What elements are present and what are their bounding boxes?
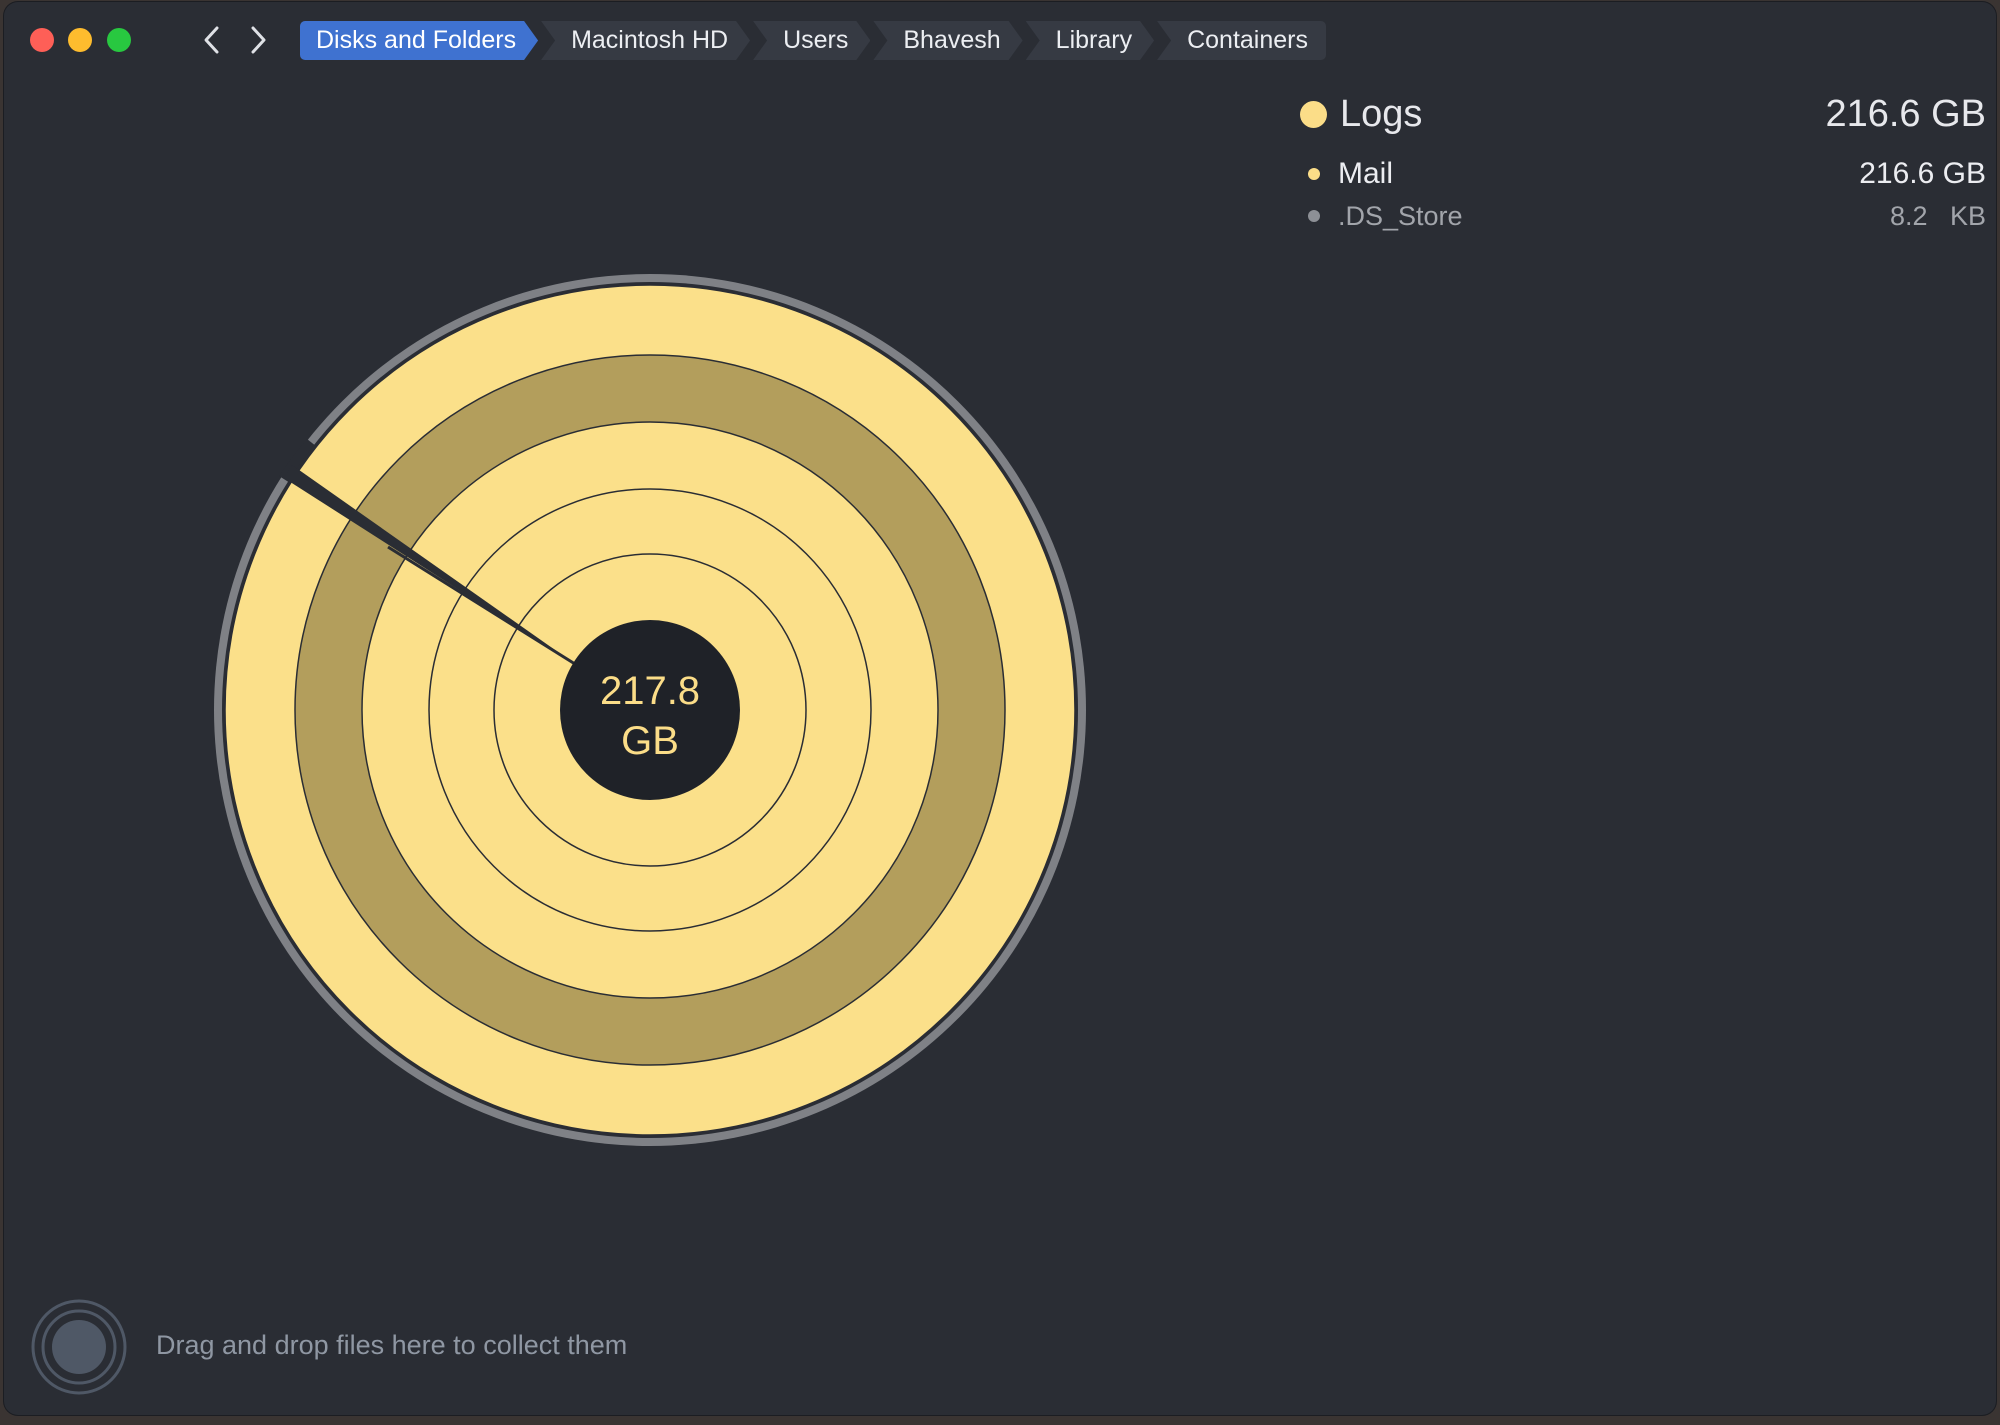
child-item-color-dot [1308, 168, 1320, 180]
breadcrumb-macintosh-hd[interactable]: Macintosh HD [541, 21, 750, 60]
selected-item-size: 216.6 GB [1825, 92, 1986, 135]
breadcrumb-containers[interactable]: Containers [1157, 21, 1326, 60]
collector-icon[interactable] [30, 1298, 128, 1396]
info-panel: Logs 216.6 GB Mail 216.6 GB .DS_Store 8.… [1300, 90, 1986, 236]
chevron-left-icon [204, 26, 219, 54]
selected-item-color-dot [1300, 100, 1327, 128]
app-window: Disks and Folders Macintosh HD Users Bha… [4, 2, 1996, 1415]
breadcrumb: Disks and Folders Macintosh HD Users Bha… [300, 21, 1329, 60]
close-window-button[interactable] [30, 28, 54, 52]
zoom-window-button[interactable] [107, 28, 131, 52]
breadcrumb-users[interactable]: Users [753, 21, 870, 60]
collector-hint-text: Drag and drop files here to collect them [156, 1330, 628, 1360]
child-item-color-dot [1308, 210, 1320, 222]
sunburst-chart[interactable]: 217.8 GB [204, 272, 1104, 1172]
selected-item-name: Logs [1340, 92, 1423, 135]
chevron-right-icon [251, 26, 266, 54]
breadcrumb-disks-and-folders[interactable]: Disks and Folders [300, 21, 538, 60]
back-button[interactable] [192, 20, 232, 60]
child-item-name: Mail [1338, 157, 1394, 190]
minimize-window-button[interactable] [68, 28, 92, 52]
forward-button[interactable] [238, 20, 278, 60]
child-item-size: 8.2 KB [1889, 200, 1986, 231]
selected-item-row[interactable]: Logs 216.6 GB [1300, 90, 1986, 138]
child-item-row[interactable]: Mail 216.6 GB [1300, 154, 1986, 194]
child-item-size: 216.6 GB [1859, 157, 1986, 190]
center-size-unit: GB [621, 719, 679, 763]
child-item-row[interactable]: .DS_Store 8.2 KB [1300, 196, 1986, 236]
center-size-value: 217.8 [600, 669, 700, 713]
breadcrumb-library[interactable]: Library [1026, 21, 1154, 60]
child-item-name: .DS_Store [1338, 200, 1463, 231]
breadcrumb-bhavesh[interactable]: Bhavesh [873, 21, 1022, 60]
